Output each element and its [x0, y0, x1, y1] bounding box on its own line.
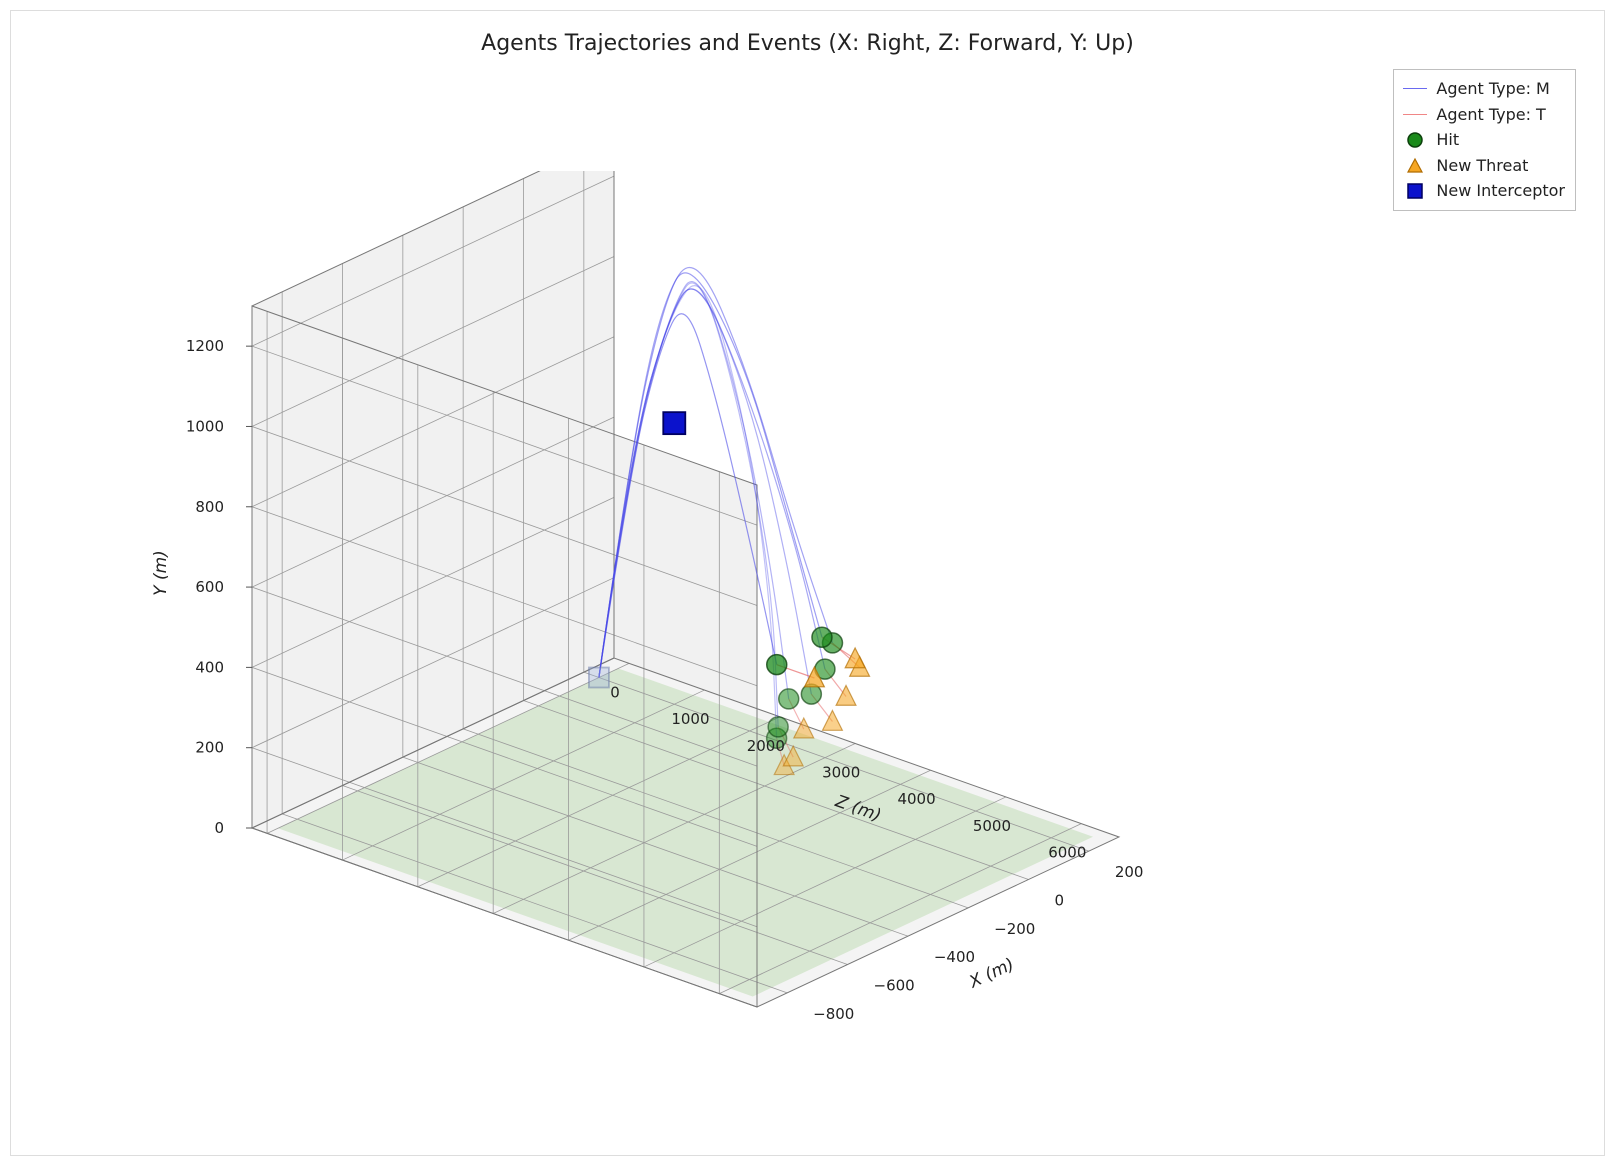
svg-text:200: 200	[195, 739, 224, 757]
plot-3d[interactable]: 0200400600800100012000100020003000400050…	[121, 171, 1241, 1091]
svg-text:1000: 1000	[186, 417, 224, 435]
legend-label: Agent Type: M	[1436, 76, 1549, 102]
panels	[252, 171, 1119, 1007]
svg-text:800: 800	[195, 498, 224, 516]
hit-marker	[768, 717, 788, 737]
legend-label: Hit	[1436, 127, 1459, 153]
svg-text:0: 0	[214, 819, 224, 837]
plot-svg: 0200400600800100012000100020003000400050…	[121, 171, 1241, 1091]
legend-line-agent-m	[1402, 80, 1428, 98]
svg-text:−800: −800	[813, 1005, 854, 1023]
hit-marker	[767, 655, 787, 675]
circle-icon	[1402, 131, 1428, 149]
svg-text:Y (m): Y (m)	[151, 550, 171, 596]
legend-label: Agent Type: T	[1436, 102, 1545, 128]
legend-item-agent-t: Agent Type: T	[1402, 102, 1565, 128]
svg-text:6000: 6000	[1048, 844, 1086, 862]
legend-item-new-interceptor: New Interceptor	[1402, 178, 1565, 204]
legend-line-agent-t	[1402, 105, 1428, 123]
svg-text:2000: 2000	[747, 737, 785, 755]
svg-text:400: 400	[195, 658, 224, 676]
legend-label: New Threat	[1436, 153, 1528, 179]
legend-label: New Interceptor	[1436, 178, 1565, 204]
legend-item-agent-m: Agent Type: M	[1402, 76, 1565, 102]
svg-text:600: 600	[195, 578, 224, 596]
hit-marker	[779, 689, 799, 709]
svg-text:−200: −200	[994, 920, 1035, 938]
svg-text:1200: 1200	[186, 337, 224, 355]
legend: Agent Type: M Agent Type: T Hit New Thre…	[1393, 69, 1576, 211]
chart-title: Agents Trajectories and Events (X: Right…	[11, 31, 1604, 56]
hit-marker	[812, 627, 832, 647]
svg-text:−400: −400	[934, 948, 975, 966]
svg-text:4000: 4000	[897, 790, 935, 808]
square-icon	[1402, 182, 1428, 200]
svg-text:5000: 5000	[973, 817, 1011, 835]
legend-item-new-threat: New Threat	[1402, 153, 1565, 179]
svg-text:3000: 3000	[822, 763, 860, 781]
svg-text:1000: 1000	[671, 710, 709, 728]
interceptor-marker	[663, 412, 685, 434]
legend-item-hit: Hit	[1402, 127, 1565, 153]
chart-frame: Agents Trajectories and Events (X: Right…	[10, 10, 1605, 1156]
triangle-icon	[1402, 157, 1428, 175]
svg-text:−600: −600	[874, 977, 915, 995]
svg-text:200: 200	[1115, 863, 1144, 881]
svg-text:0: 0	[1055, 892, 1065, 910]
interceptor-marker	[589, 668, 609, 688]
svg-text:0: 0	[610, 683, 620, 701]
